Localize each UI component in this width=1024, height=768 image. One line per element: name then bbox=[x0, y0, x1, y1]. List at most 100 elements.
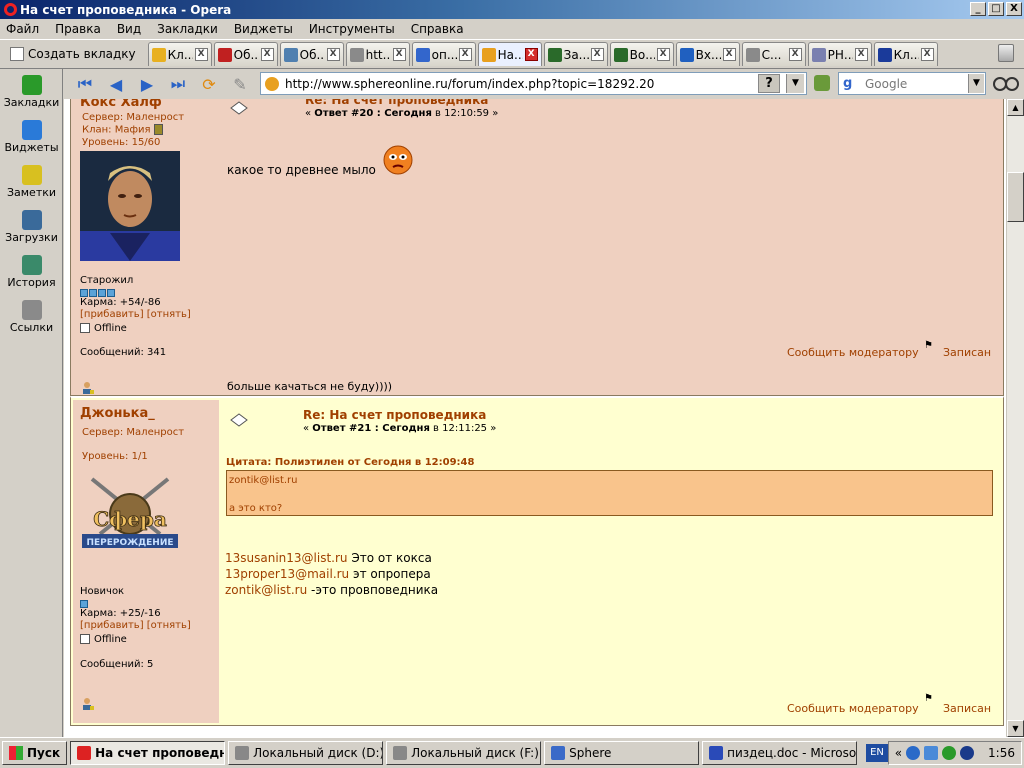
tab-close-icon[interactable]: X bbox=[788, 48, 802, 61]
menu-view[interactable]: Вид bbox=[117, 22, 141, 36]
start-button[interactable]: Пуск bbox=[2, 741, 68, 765]
tab-8[interactable]: Вх... X bbox=[675, 42, 740, 66]
reload-icon[interactable]: ⟳ bbox=[198, 73, 220, 95]
bookmark-add-icon[interactable] bbox=[814, 75, 830, 91]
search-dropdown-icon[interactable]: ▼ bbox=[968, 74, 984, 93]
tabs-container: Кл...XОб...XОб...Xhtt...Xоп...XНа...XЗа.… bbox=[147, 42, 938, 66]
karma-add-link[interactable]: [прибавить] bbox=[80, 309, 144, 320]
tab-0[interactable]: Кл... X bbox=[147, 42, 212, 66]
new-tab-button[interactable]: Создать вкладку bbox=[4, 42, 142, 66]
sidebar-item-0[interactable]: Закладки bbox=[0, 75, 63, 109]
menu-edit[interactable]: Правка bbox=[55, 22, 101, 36]
karma-sub-link[interactable]: [отнять] bbox=[147, 620, 191, 631]
tab-5[interactable]: На...X bbox=[477, 42, 542, 66]
tab-close-icon[interactable]: X bbox=[854, 48, 868, 61]
tab-close-icon[interactable]: X bbox=[722, 48, 736, 61]
address-dropdown-icon[interactable]: ▼ bbox=[786, 74, 804, 93]
tab-4[interactable]: оп... X bbox=[411, 42, 476, 66]
taskbar-button-2[interactable]: Локальный диск (F:) bbox=[386, 741, 542, 765]
tab-10[interactable]: РН... X bbox=[807, 42, 872, 66]
tab-6[interactable]: За... X bbox=[543, 42, 608, 66]
tab-close-icon[interactable]: X bbox=[524, 48, 538, 61]
scroll-down-icon[interactable]: ▼ bbox=[1007, 720, 1024, 737]
sidebar-item-2[interactable]: Заметки bbox=[0, 165, 63, 199]
tab-close-icon[interactable]: X bbox=[590, 48, 604, 61]
menu-help[interactable]: Справка bbox=[411, 22, 464, 36]
page-content: Кокс Халф Сервер: Маленрост Клан: Мафия … bbox=[64, 99, 1006, 737]
report-moderator-link[interactable]: Сообщить модератору bbox=[787, 346, 919, 359]
site-info-button[interactable]: ? bbox=[758, 74, 780, 93]
tab-close-icon[interactable]: X bbox=[260, 48, 274, 61]
scroll-up-icon[interactable]: ▲ bbox=[1007, 99, 1024, 116]
status-checkbox[interactable] bbox=[80, 323, 90, 333]
status-checkbox[interactable] bbox=[80, 634, 90, 644]
edit-icon[interactable]: ✎ bbox=[229, 73, 251, 95]
tab-3[interactable]: htt...X bbox=[345, 42, 410, 66]
start-label: Пуск bbox=[27, 746, 61, 760]
post-title[interactable]: Re: На счет проповедника bbox=[303, 408, 486, 422]
menu-tools[interactable]: Инструменты bbox=[309, 22, 395, 36]
zoom-glasses-icon[interactable] bbox=[992, 74, 1020, 92]
vertical-scrollbar[interactable]: ▲ ▼ bbox=[1006, 99, 1024, 737]
sidebar-item-3[interactable]: Загрузки bbox=[0, 210, 63, 244]
user-profile-icon[interactable] bbox=[81, 697, 95, 711]
tab-2[interactable]: Об...X bbox=[279, 42, 344, 66]
author-name[interactable]: Кокс Халф bbox=[80, 99, 162, 110]
tray-shield-icon[interactable] bbox=[942, 746, 957, 760]
maximize-button[interactable]: □ bbox=[988, 2, 1004, 16]
sidebar-item-5[interactable]: Ссылки bbox=[0, 300, 63, 334]
trash-icon[interactable] bbox=[998, 44, 1014, 62]
scroll-thumb[interactable] bbox=[1007, 172, 1024, 222]
menu-file[interactable]: Файл bbox=[6, 22, 39, 36]
tab-close-icon[interactable]: X bbox=[326, 48, 340, 61]
email-link[interactable]: 13proper13@mail.ru bbox=[225, 567, 349, 581]
minimize-button[interactable]: _ bbox=[970, 2, 986, 16]
tray-globe-icon[interactable] bbox=[960, 746, 975, 760]
report-moderator-link[interactable]: Сообщить модератору bbox=[787, 702, 919, 715]
php-icon bbox=[811, 47, 826, 62]
tray-network-icon[interactable] bbox=[906, 746, 921, 760]
drive-icon bbox=[235, 746, 250, 760]
tab-close-icon[interactable]: X bbox=[920, 48, 934, 61]
tray-expand-icon[interactable]: « bbox=[895, 746, 902, 760]
fast-forward-icon[interactable]: ⏭ bbox=[167, 73, 189, 95]
email-link[interactable]: zontik@list.ru bbox=[225, 583, 307, 597]
sidebar-item-4[interactable]: История bbox=[0, 255, 63, 289]
tab-1[interactable]: Об...X bbox=[213, 42, 278, 66]
sidebar-item-1[interactable]: Виджеты bbox=[0, 120, 63, 154]
tab-close-icon[interactable]: X bbox=[656, 48, 670, 61]
post-title[interactable]: Re: На счет проповедника bbox=[305, 99, 488, 107]
system-tray: « 1:56 bbox=[887, 741, 1022, 765]
tab-close-icon[interactable]: X bbox=[194, 48, 208, 61]
taskbar-button-1[interactable]: Локальный диск (D:) bbox=[228, 741, 384, 765]
tab-7[interactable]: Во... X bbox=[609, 42, 674, 66]
taskbar-button-0[interactable]: На счет проповедни... bbox=[70, 741, 226, 765]
address-bar[interactable]: http://www.sphereonline.ru/forum/index.p… bbox=[260, 72, 807, 95]
menu-bookmarks[interactable]: Закладки bbox=[157, 22, 218, 36]
rewind-icon[interactable]: ⏮ bbox=[74, 73, 96, 95]
user-profile-icon[interactable] bbox=[81, 381, 95, 395]
tray-monitor-icon[interactable] bbox=[924, 746, 939, 760]
karma-add-link[interactable]: [прибавить] bbox=[80, 620, 144, 631]
taskbar-button-3[interactable]: Sphere bbox=[544, 741, 700, 765]
notes-icon bbox=[21, 165, 42, 185]
menu-widgets[interactable]: Виджеты bbox=[234, 22, 293, 36]
author-name[interactable]: Джонька_ bbox=[80, 406, 155, 421]
back-icon[interactable]: ◀ bbox=[105, 73, 127, 95]
tab-9[interactable]: С... X bbox=[741, 42, 806, 66]
sidebar-item-label: Загрузки bbox=[5, 231, 58, 244]
taskbar-button-label: пиздец.doc - Microsoft ... bbox=[727, 746, 857, 760]
forward-icon[interactable]: ▶ bbox=[136, 73, 158, 95]
tab-11[interactable]: Кл... X bbox=[873, 42, 938, 66]
karma-sub-link[interactable]: [отнять] bbox=[147, 309, 191, 320]
tab-close-icon[interactable]: X bbox=[458, 48, 472, 61]
language-indicator[interactable]: EN bbox=[866, 744, 888, 762]
close-window-button[interactable]: X bbox=[1006, 2, 1022, 16]
email-link[interactable]: 13susanin13@list.ru bbox=[225, 551, 348, 565]
tab-close-icon[interactable]: X bbox=[392, 48, 406, 61]
grad-icon bbox=[877, 47, 892, 62]
sidebar-item-label: Закладки bbox=[3, 96, 60, 109]
search-box[interactable]: g Google ▼ bbox=[838, 72, 986, 95]
taskbar-button-4[interactable]: пиздец.doc - Microsoft ... bbox=[702, 741, 858, 765]
smiley-icon bbox=[481, 47, 496, 62]
